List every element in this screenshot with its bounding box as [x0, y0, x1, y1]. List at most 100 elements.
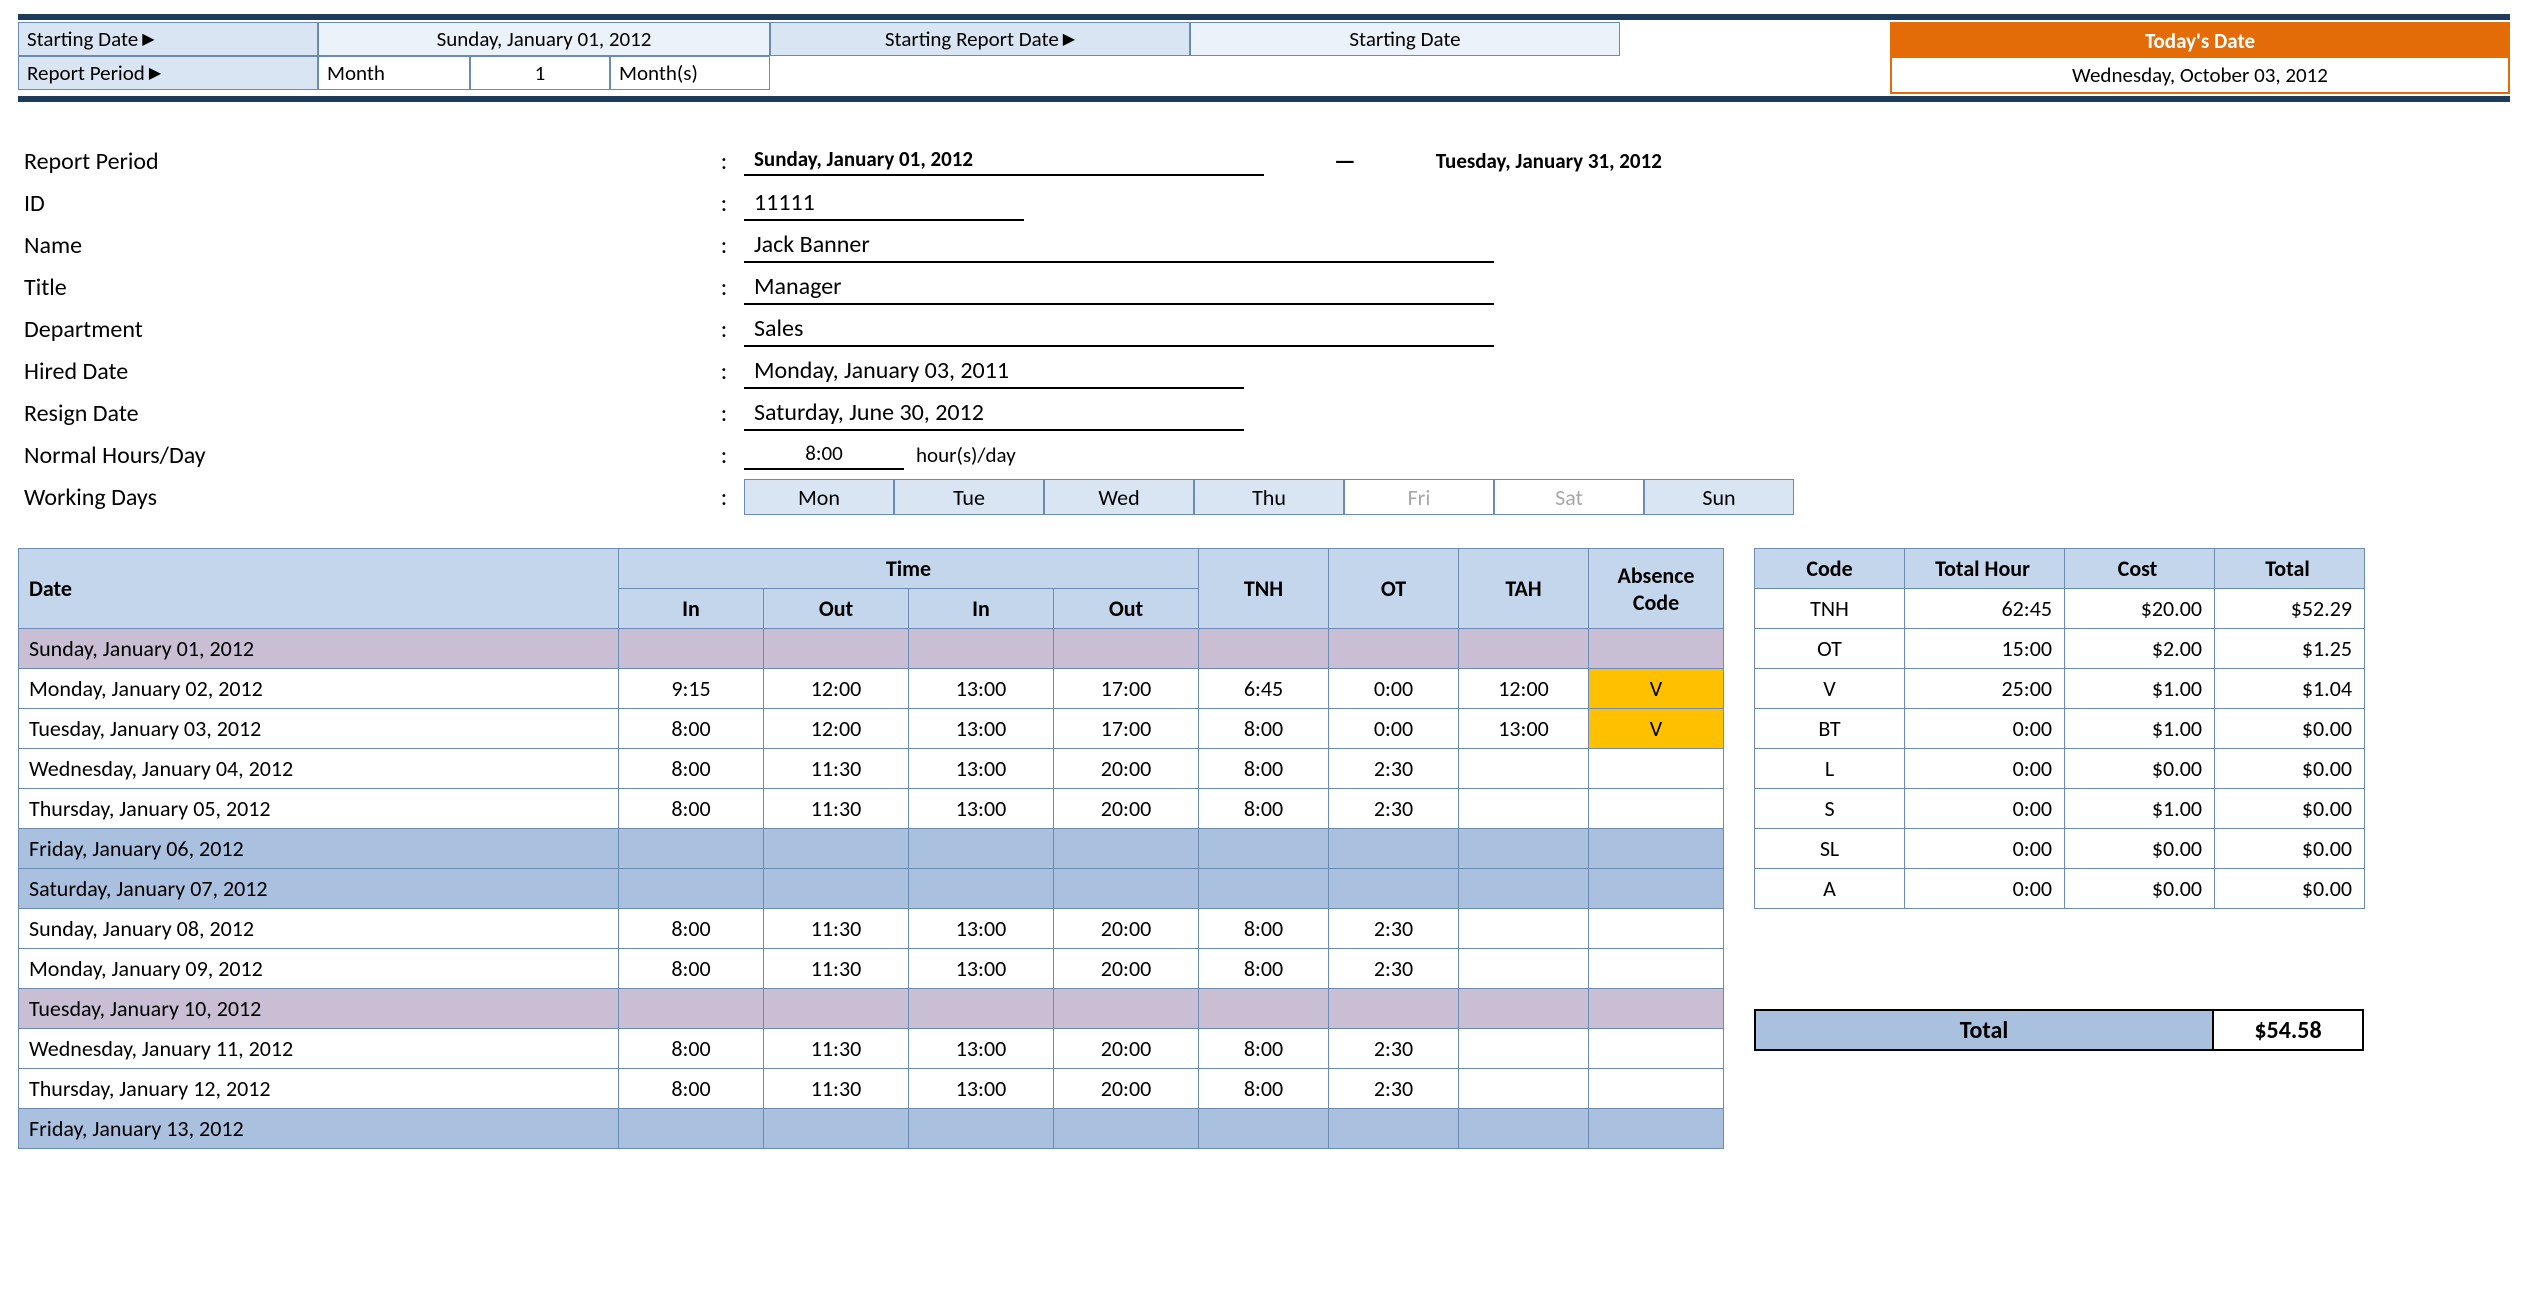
time-cell[interactable]: 0:00 [1329, 669, 1459, 709]
time-cell[interactable]: 2:30 [1329, 749, 1459, 789]
time-cell[interactable]: 8:00 [619, 1069, 764, 1109]
day-tue[interactable]: Tue [894, 479, 1044, 515]
time-cell[interactable]: 8:00 [619, 909, 764, 949]
info-hired-value[interactable]: Monday, January 03, 2011 [744, 353, 1244, 389]
absence-cell[interactable] [1589, 789, 1724, 829]
time-cell[interactable]: 2:30 [1329, 1029, 1459, 1069]
time-cell[interactable]: 20:00 [1054, 789, 1199, 829]
summary-cell: OT [1755, 629, 1905, 669]
time-cell[interactable]: 8:00 [619, 789, 764, 829]
time-cell[interactable]: 13:00 [909, 749, 1054, 789]
day-fri[interactable]: Fri [1344, 479, 1494, 515]
time-cell [1199, 1109, 1329, 1149]
time-cell[interactable]: 17:00 [1054, 709, 1199, 749]
time-cell[interactable]: 2:30 [1329, 1069, 1459, 1109]
day-sat[interactable]: Sat [1494, 479, 1644, 515]
time-cell[interactable]: 17:00 [1054, 669, 1199, 709]
time-cell[interactable]: 8:00 [619, 749, 764, 789]
day-wed[interactable]: Wed [1044, 479, 1194, 515]
time-cell[interactable]: 20:00 [1054, 949, 1199, 989]
date-cell: Monday, January 09, 2012 [19, 949, 619, 989]
time-cell[interactable]: 13:00 [909, 949, 1054, 989]
time-cell [764, 629, 909, 669]
starting-report-date-value[interactable]: Starting Date [1190, 22, 1620, 56]
date-cell: Monday, January 02, 2012 [19, 669, 619, 709]
absence-cell[interactable] [1589, 749, 1724, 789]
period-to: Tuesday, January 31, 2012 [1426, 148, 1906, 176]
time-cell[interactable]: 8:00 [1199, 1069, 1329, 1109]
summary-cell: $0.00 [2215, 709, 2365, 749]
day-sun[interactable]: Sun [1644, 479, 1794, 515]
info-id-value[interactable]: 11111 [744, 185, 1024, 221]
todays-date-box: Today's Date Wednesday, October 03, 2012 [1890, 22, 2510, 94]
time-cell[interactable]: 12:00 [1459, 669, 1589, 709]
absence-cell[interactable]: V [1589, 709, 1724, 749]
day-thu[interactable]: Thu [1194, 479, 1344, 515]
time-cell[interactable]: 9:15 [619, 669, 764, 709]
absence-cell[interactable] [1589, 1069, 1724, 1109]
time-cell[interactable]: 8:00 [1199, 789, 1329, 829]
time-cell[interactable]: 8:00 [1199, 709, 1329, 749]
time-cell[interactable]: 20:00 [1054, 1029, 1199, 1069]
info-hours-value[interactable]: 8:00 [744, 440, 904, 470]
time-cell[interactable]: 8:00 [619, 1029, 764, 1069]
absence-cell[interactable] [1589, 1029, 1724, 1069]
info-title-value[interactable]: Manager [744, 269, 1494, 305]
time-cell [1329, 829, 1459, 869]
time-cell[interactable] [1459, 749, 1589, 789]
time-cell[interactable]: 8:00 [1199, 749, 1329, 789]
time-cell[interactable] [1459, 909, 1589, 949]
time-cell[interactable]: 11:30 [764, 1029, 909, 1069]
time-cell[interactable]: 8:00 [619, 949, 764, 989]
info-dept-value[interactable]: Sales [744, 311, 1494, 347]
time-cell[interactable]: 8:00 [1199, 1029, 1329, 1069]
time-cell[interactable]: 6:45 [1199, 669, 1329, 709]
time-cell[interactable]: 20:00 [1054, 909, 1199, 949]
info-name-value[interactable]: Jack Banner [744, 227, 1494, 263]
summary-cell: $0.00 [2065, 749, 2215, 789]
time-cell[interactable]: 13:00 [1459, 709, 1589, 749]
time-cell[interactable]: 11:30 [764, 749, 909, 789]
time-cell[interactable]: 13:00 [909, 669, 1054, 709]
time-cell[interactable]: 12:00 [764, 709, 909, 749]
absence-cell[interactable] [1589, 949, 1724, 989]
time-cell[interactable] [1459, 1069, 1589, 1109]
summary-cell: $1.04 [2215, 669, 2365, 709]
time-cell[interactable]: 13:00 [909, 1069, 1054, 1109]
time-cell[interactable]: 8:00 [1199, 909, 1329, 949]
time-cell[interactable]: 2:30 [1329, 909, 1459, 949]
time-cell[interactable]: 13:00 [909, 909, 1054, 949]
absence-cell[interactable]: V [1589, 669, 1724, 709]
time-cell[interactable]: 11:30 [764, 909, 909, 949]
time-cell[interactable]: 11:30 [764, 789, 909, 829]
summary-cell: V [1755, 669, 1905, 709]
time-cell[interactable]: 20:00 [1054, 749, 1199, 789]
top-left-grid: Starting Date▶ Sunday, January 01, 2012 … [18, 22, 770, 90]
starting-date-value[interactable]: Sunday, January 01, 2012 [318, 22, 770, 56]
time-cell[interactable]: 8:00 [1199, 949, 1329, 989]
date-cell: Saturday, January 07, 2012 [19, 869, 619, 909]
time-cell[interactable]: 8:00 [619, 709, 764, 749]
time-cell[interactable]: 20:00 [1054, 1069, 1199, 1109]
time-cell[interactable]: 13:00 [909, 1029, 1054, 1069]
time-cell[interactable]: 2:30 [1329, 949, 1459, 989]
info-dept-label: Department [24, 315, 704, 344]
summary-cell: $0.00 [2215, 829, 2365, 869]
time-cell[interactable]: 12:00 [764, 669, 909, 709]
time-cell[interactable]: 2:30 [1329, 789, 1459, 829]
time-cell[interactable]: 11:30 [764, 949, 909, 989]
time-cell[interactable]: 13:00 [909, 789, 1054, 829]
time-cell[interactable] [1459, 949, 1589, 989]
day-mon[interactable]: Mon [744, 479, 894, 515]
time-cell [909, 829, 1054, 869]
report-period-unit[interactable]: Month [318, 56, 470, 90]
time-cell[interactable]: 0:00 [1329, 709, 1459, 749]
time-cell[interactable]: 11:30 [764, 1069, 909, 1109]
report-period-qty[interactable]: 1 [470, 56, 610, 90]
time-cell[interactable] [1459, 1029, 1589, 1069]
time-cell[interactable] [1459, 789, 1589, 829]
summary-table: Code Total Hour Cost Total TNH62:45$20.0… [1754, 548, 2365, 909]
info-resign-value[interactable]: Saturday, June 30, 2012 [744, 395, 1244, 431]
time-cell[interactable]: 13:00 [909, 709, 1054, 749]
absence-cell[interactable] [1589, 909, 1724, 949]
